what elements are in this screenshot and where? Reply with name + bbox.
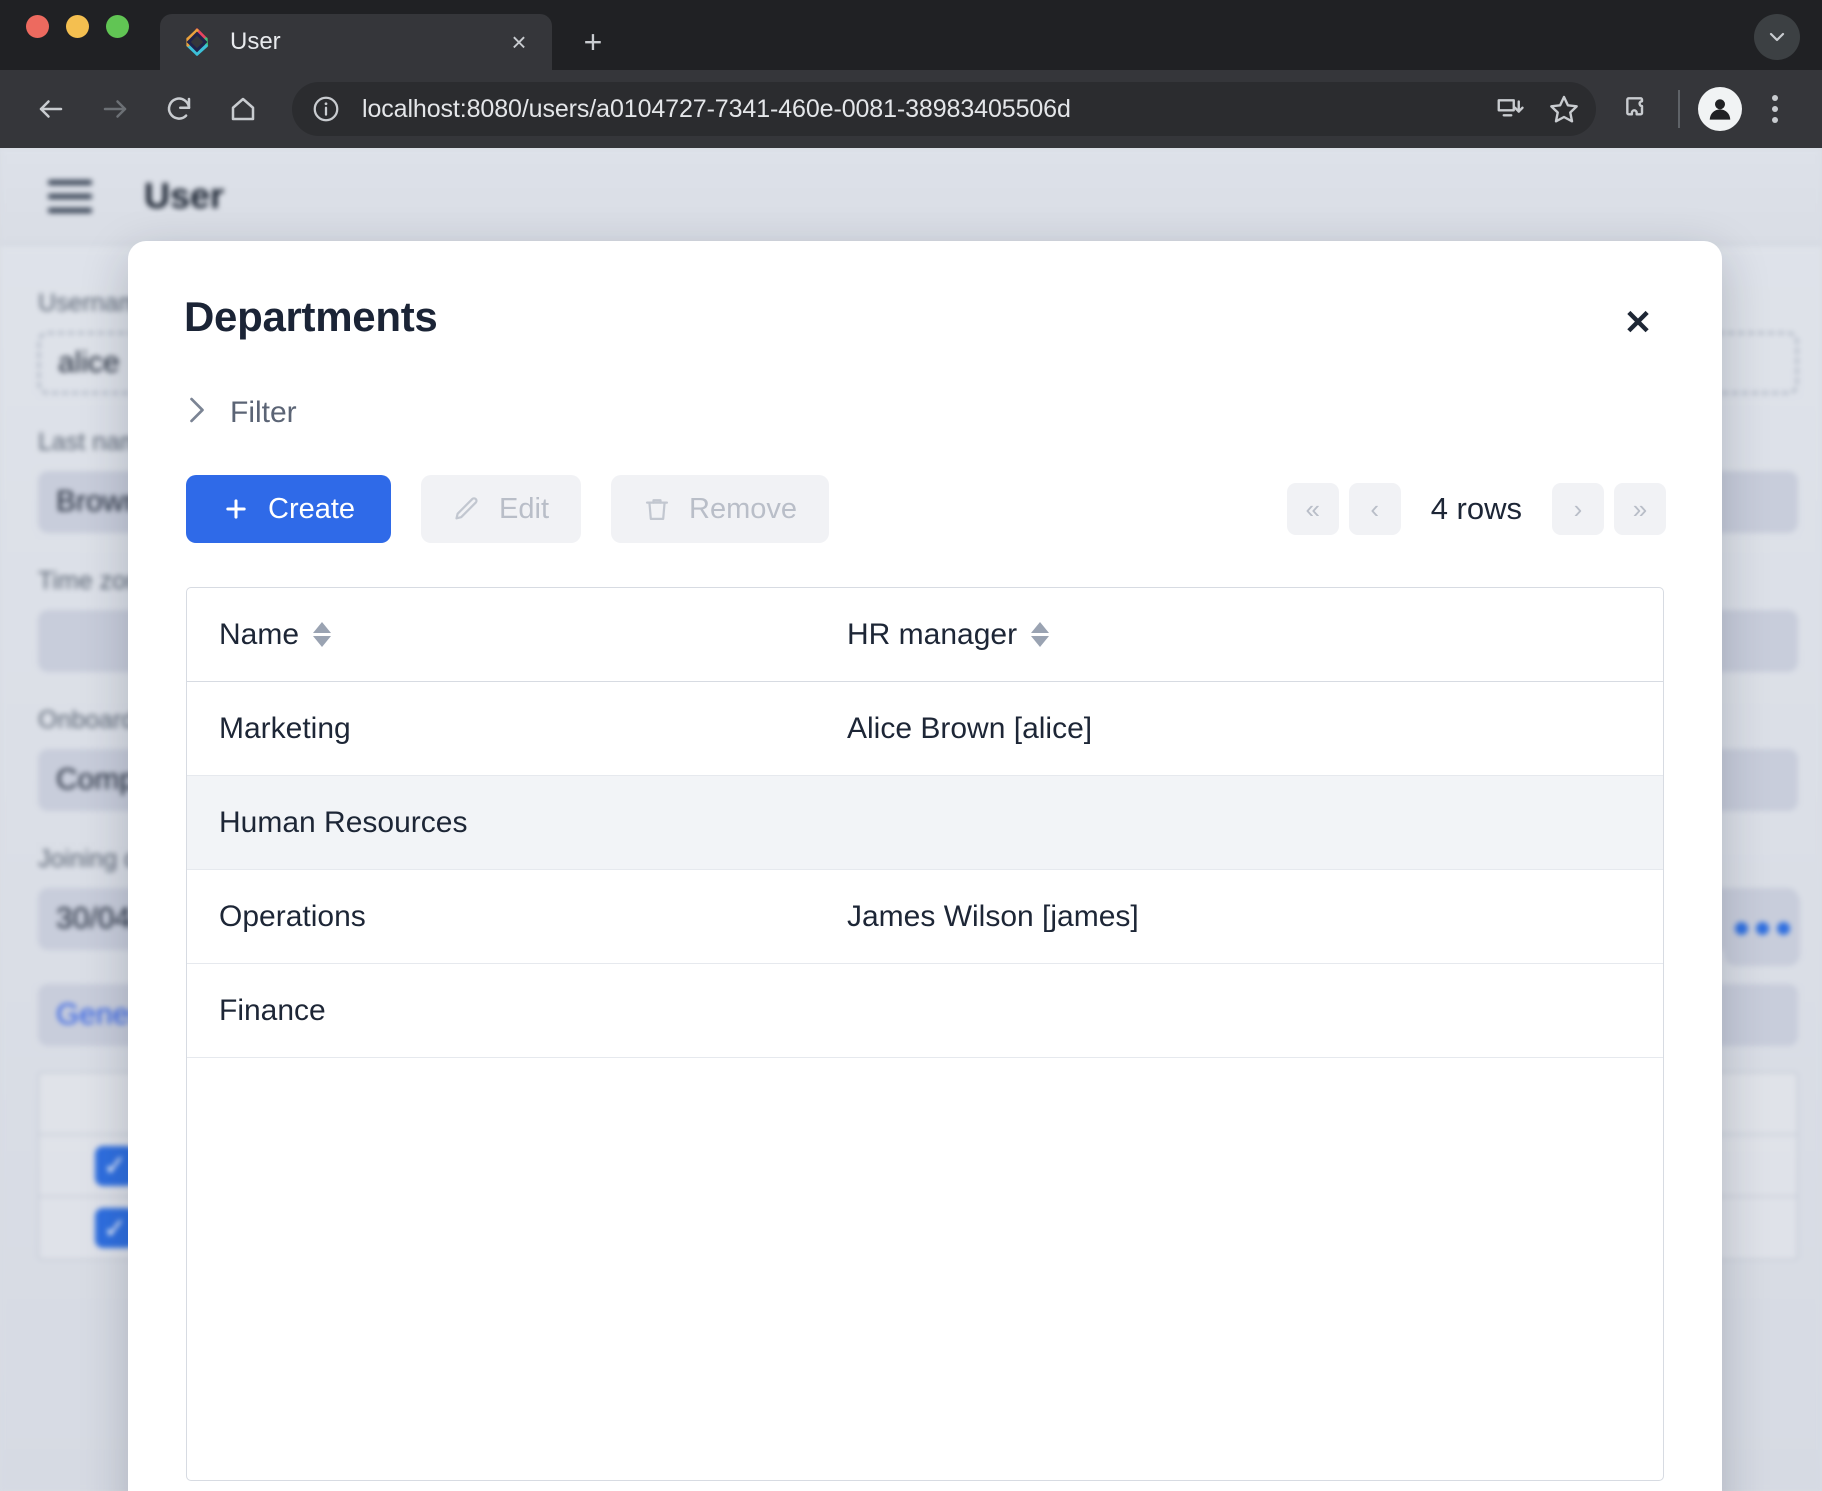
home-icon[interactable] [216, 82, 270, 136]
close-icon[interactable]: ✕ [1614, 299, 1662, 347]
install-app-icon[interactable] [1484, 83, 1536, 135]
cell-name: Marketing [187, 712, 847, 746]
more-options-icon[interactable] [1724, 890, 1800, 966]
forward-arrow-icon[interactable] [88, 82, 142, 136]
edit-label: Edit [499, 493, 549, 526]
column-header-label: HR manager [847, 618, 1017, 652]
maximize-window-button[interactable] [106, 15, 129, 38]
page-title: User [144, 175, 224, 217]
crud-button-group: Create Edit Remove [186, 475, 829, 543]
dialog-footer: Select Cancel [128, 1481, 1722, 1491]
row-count: 4 rows [1431, 491, 1522, 527]
remove-label: Remove [689, 493, 797, 526]
edit-button[interactable]: Edit [421, 475, 581, 543]
browser-toolbar: localhost:8080/users/a0104727-7341-460e-… [0, 70, 1822, 148]
tab-title: User [230, 28, 502, 56]
filter-expander[interactable]: Filter [164, 347, 1722, 431]
departments-dialog: Departments ✕ Filter C [128, 241, 1722, 1491]
sort-icon[interactable] [313, 622, 331, 647]
cell-name: Finance [187, 994, 847, 1028]
plus-icon [222, 495, 250, 523]
omnibox-actions [1484, 82, 1590, 136]
close-window-button[interactable] [26, 15, 49, 38]
column-header-name[interactable]: Name [187, 618, 847, 652]
reload-icon[interactable] [152, 82, 206, 136]
departments-table: Name HR manager Marketing Alice Brown [a… [186, 587, 1664, 1481]
dialog-header: Departments ✕ [128, 241, 1722, 347]
remove-button[interactable]: Remove [611, 475, 829, 543]
dialog-toolbar: Create Edit Remove [128, 431, 1722, 543]
browser-window: User × + localhost:8080/users/a0104727 [0, 0, 1822, 1491]
tab-list-chevron-down-icon[interactable] [1754, 14, 1800, 60]
three-dot-menu-icon[interactable] [1752, 86, 1798, 132]
modal-overlay: Departments ✕ Filter C [0, 148, 1822, 1491]
chevron-right-icon [186, 395, 208, 431]
next-page-button[interactable]: › [1552, 483, 1604, 535]
url-text: localhost:8080/users/a0104727-7341-460e-… [362, 95, 1071, 124]
table-row[interactable]: Finance [187, 964, 1663, 1058]
back-arrow-icon[interactable] [24, 82, 78, 136]
create-button[interactable]: Create [186, 475, 391, 543]
cell-name: Operations [187, 900, 847, 934]
table-header-row: Name HR manager [187, 588, 1663, 682]
table-row[interactable]: Operations James Wilson [james] [187, 870, 1663, 964]
pagination: « ‹ 4 rows › » [1287, 483, 1666, 535]
column-header-hr-manager[interactable]: HR manager [847, 618, 1663, 652]
profile-avatar-icon[interactable] [1698, 87, 1742, 131]
tab-strip: User × + [0, 0, 1822, 70]
jmix-diamond-icon [182, 27, 212, 57]
table-row[interactable]: Human Resources [187, 776, 1663, 870]
prev-page-button[interactable]: ‹ [1349, 483, 1401, 535]
toolbar-divider [1678, 90, 1680, 128]
minimize-window-button[interactable] [66, 15, 89, 38]
window-controls [26, 0, 129, 70]
create-label: Create [268, 493, 355, 526]
dialog-title: Departments [184, 293, 437, 341]
bookmark-star-icon[interactable] [1538, 83, 1590, 135]
extensions-puzzle-icon[interactable] [1612, 83, 1664, 135]
cell-hr-manager: James Wilson [james] [847, 900, 1663, 934]
browser-tab[interactable]: User × [160, 14, 552, 70]
cell-hr-manager: Alice Brown [alice] [847, 712, 1663, 746]
close-tab-button[interactable]: × [502, 25, 536, 59]
app-header: User [0, 148, 1822, 244]
hamburger-menu-icon[interactable] [48, 180, 92, 213]
page-viewport: User Username alice Last name Brown Time… [0, 148, 1822, 1491]
first-page-button[interactable]: « [1287, 483, 1339, 535]
filter-label: Filter [230, 396, 297, 430]
site-info-icon[interactable] [306, 89, 346, 129]
cell-name: Human Resources [187, 806, 847, 840]
last-page-button[interactable]: » [1614, 483, 1666, 535]
table-empty-space [187, 1058, 1663, 1480]
pencil-icon [453, 495, 481, 523]
address-bar[interactable]: localhost:8080/users/a0104727-7341-460e-… [292, 82, 1596, 136]
sort-icon[interactable] [1031, 622, 1049, 647]
table-row[interactable]: Marketing Alice Brown [alice] [187, 682, 1663, 776]
new-tab-button[interactable]: + [570, 19, 616, 65]
trash-icon [643, 495, 671, 523]
column-header-label: Name [219, 618, 299, 652]
